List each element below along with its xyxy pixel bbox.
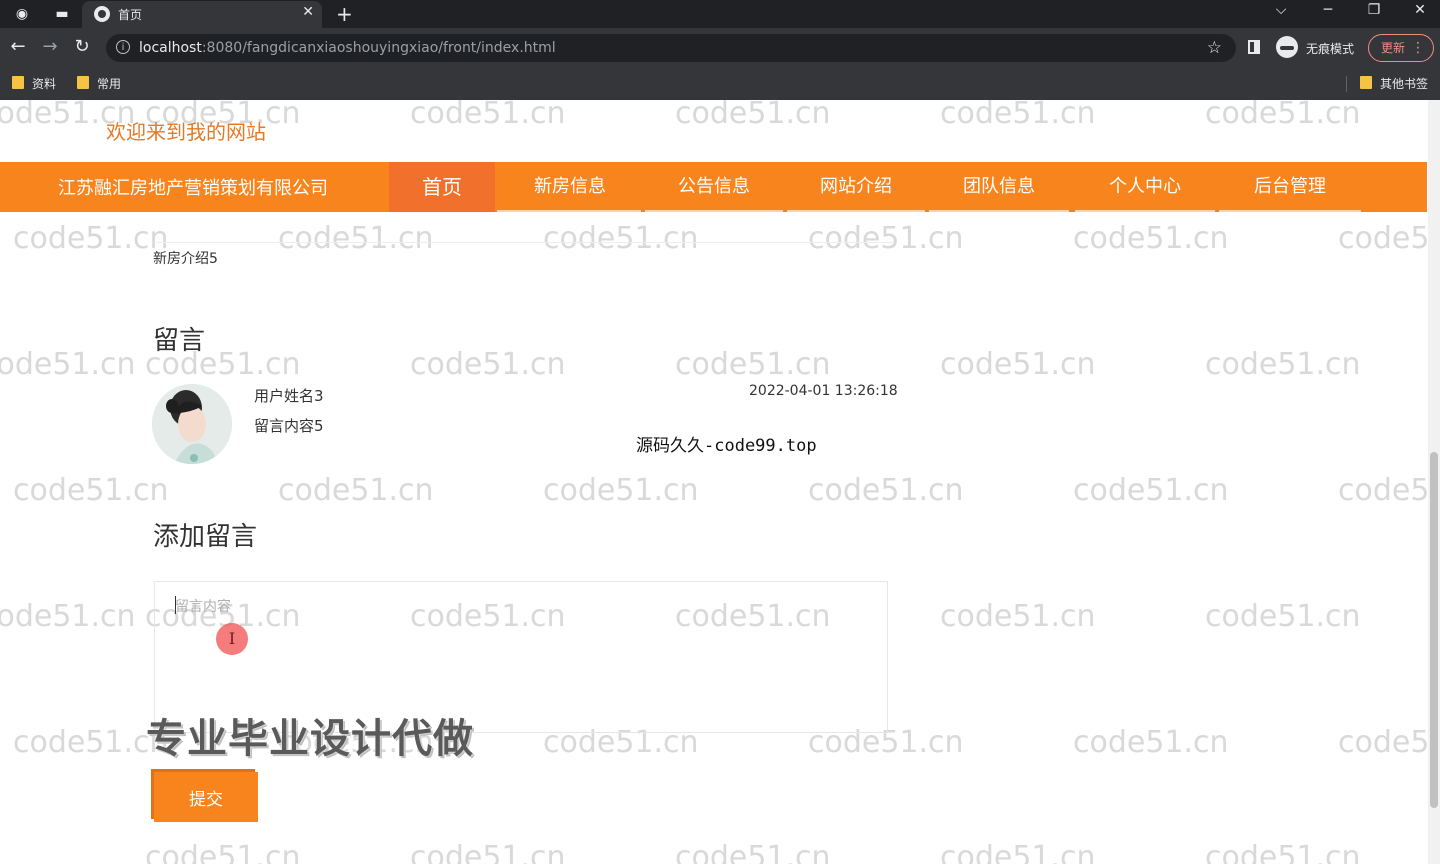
page-scrollbar[interactable]: [1428, 100, 1440, 864]
browser-toolbar: ← → ↻ i localhost:8080/fangdicanxiaoshou…: [0, 28, 1440, 68]
restore-icon[interactable]: ❐: [1359, 2, 1389, 18]
watermark-text: code51.cn: [675, 100, 831, 131]
watermark-text: code51.cn: [145, 840, 301, 864]
watermark-text: code51.cn: [1205, 347, 1361, 382]
mouse-cursor-icon: [216, 623, 248, 655]
company-name: 江苏融汇房地产营销策划有限公司: [58, 174, 328, 200]
forward-icon[interactable]: →: [38, 36, 62, 57]
watermark-text: code51.cn: [1338, 725, 1428, 760]
update-button[interactable]: 更新⋮: [1368, 34, 1434, 62]
promo-overlay-text: 专业毕业设计代做: [146, 706, 474, 764]
menu-icon[interactable]: ⋮: [1411, 35, 1425, 61]
watermark-text: code51.cn: [543, 473, 699, 508]
minimize-icon[interactable]: ─: [1313, 2, 1343, 18]
watermark-text: code51.cn: [1205, 100, 1361, 131]
address-bar[interactable]: i localhost:8080/fangdicanxiaoshouyingxi…: [106, 34, 1236, 62]
watermark-text: code51.cn: [543, 221, 699, 256]
message-timestamp: 2022-04-01 13:26:18: [749, 383, 898, 399]
watermark-text: code51.cn: [1205, 599, 1361, 634]
message-username: 用户姓名3: [254, 385, 324, 406]
source-watermark-text: 源码久久-code99.top: [636, 431, 817, 456]
watermark-text: code51.cn: [940, 599, 1096, 634]
text-caret: [175, 596, 176, 614]
watermark-text: code51.cn: [13, 473, 169, 508]
bookmark-star-icon[interactable]: ☆: [1207, 38, 1222, 58]
nav-underline: [1219, 210, 1361, 212]
message-content: 留言内容5: [254, 415, 324, 436]
tab-search-icon[interactable]: ▬: [52, 4, 72, 24]
chevron-down-icon[interactable]: ⌵: [1266, 2, 1296, 18]
new-tab-icon[interactable]: +: [336, 2, 353, 26]
bookmark-separator: [1346, 76, 1347, 92]
watermark-text: code51.cn: [675, 840, 831, 864]
submit-button[interactable]: 提交: [154, 772, 258, 822]
favicon-icon: [94, 6, 110, 22]
watermark-text: code51.cn: [940, 100, 1096, 131]
watermark-text: code51.cn: [940, 347, 1096, 382]
scrollbar-thumb[interactable]: [1430, 452, 1438, 808]
info-icon[interactable]: i: [116, 40, 130, 54]
watermark-text: code51.cn: [410, 347, 566, 382]
watermark-text: code51.cn: [1073, 473, 1229, 508]
divider: [154, 242, 894, 243]
bookmark-folder-ziliao[interactable]: 资料: [12, 75, 56, 92]
nav-home[interactable]: 首页: [389, 162, 495, 212]
nav-underline: [929, 210, 1069, 212]
back-icon[interactable]: ←: [6, 36, 30, 57]
watermark-text: code51.cn: [808, 221, 964, 256]
nav-underline: [497, 210, 641, 212]
nav-underline: [787, 210, 925, 212]
page-viewport: code51.cn code51.cn code51.cn code51.cn code…: [0, 100, 1428, 864]
avatar: [152, 384, 232, 464]
watermark-text: code51.cn: [808, 473, 964, 508]
watermark-text: code51.cn: [1338, 221, 1428, 256]
tab-home[interactable]: 首页 ✕: [82, 1, 322, 28]
watermark-text: code51.cn: [1073, 725, 1229, 760]
bookmark-folder-changyong[interactable]: 常用: [77, 75, 121, 92]
watermark-text: code51.cn: [0, 347, 136, 382]
globe-icon[interactable]: ◉: [12, 4, 32, 24]
watermark-text: code51.cn: [1338, 473, 1428, 508]
nav-site-intro[interactable]: 网站介绍: [785, 162, 927, 212]
nav-team[interactable]: 团队信息: [927, 162, 1071, 212]
browser-tab-bar: ◉ ▬ 首页 ✕ + ⌵ ─ ❐ ✕: [0, 0, 1440, 28]
bookmark-folder-other[interactable]: 其他书签: [1360, 75, 1428, 92]
welcome-text: 欢迎来到我的网站: [106, 116, 266, 145]
nav-underline: [1075, 210, 1215, 212]
watermark-text: code51.cn: [410, 100, 566, 131]
tab-title: 首页: [118, 6, 142, 23]
add-message-heading: 添加留言: [153, 516, 257, 553]
incognito-label: 无痕模式: [1306, 40, 1354, 57]
url-text[interactable]: localhost:8080/fangdicanxiaoshouyingxiao…: [139, 40, 556, 56]
nav-announcements[interactable]: 公告信息: [643, 162, 785, 212]
house-intro-text: 新房介绍5: [153, 248, 218, 268]
window-close-icon[interactable]: ✕: [1405, 2, 1435, 18]
nav-underline: [645, 210, 783, 212]
messages-heading: 留言: [153, 320, 205, 357]
watermark-text: code51.cn: [278, 473, 434, 508]
reload-icon[interactable]: ↻: [70, 36, 94, 57]
nav-new-houses[interactable]: 新房信息: [497, 162, 643, 212]
side-panel-icon[interactable]: [1248, 40, 1260, 54]
main-navbar: 江苏融汇房地产营销策划有限公司 首页 新房信息 公告信息 网站介绍 团队信息 个…: [0, 162, 1427, 212]
bookmarks-bar: 资料 常用 其他书签: [0, 68, 1440, 101]
incognito-icon: [1276, 36, 1298, 58]
nav-personal-center[interactable]: 个人中心: [1073, 162, 1217, 212]
watermark-text: code51.cn: [940, 840, 1096, 864]
watermark-text: code51.cn: [1205, 840, 1361, 864]
watermark-text: code51.cn: [13, 221, 169, 256]
watermark-text: code51.cn: [410, 840, 566, 864]
watermark-text: code51.cn: [1073, 221, 1229, 256]
watermark-text: code51.cn: [278, 221, 434, 256]
close-icon[interactable]: ✕: [302, 4, 314, 20]
avatar-image: [152, 384, 232, 464]
watermark-text: code51.cn: [675, 347, 831, 382]
watermark-text: code51.cn: [0, 599, 136, 634]
nav-admin[interactable]: 后台管理: [1217, 162, 1363, 212]
